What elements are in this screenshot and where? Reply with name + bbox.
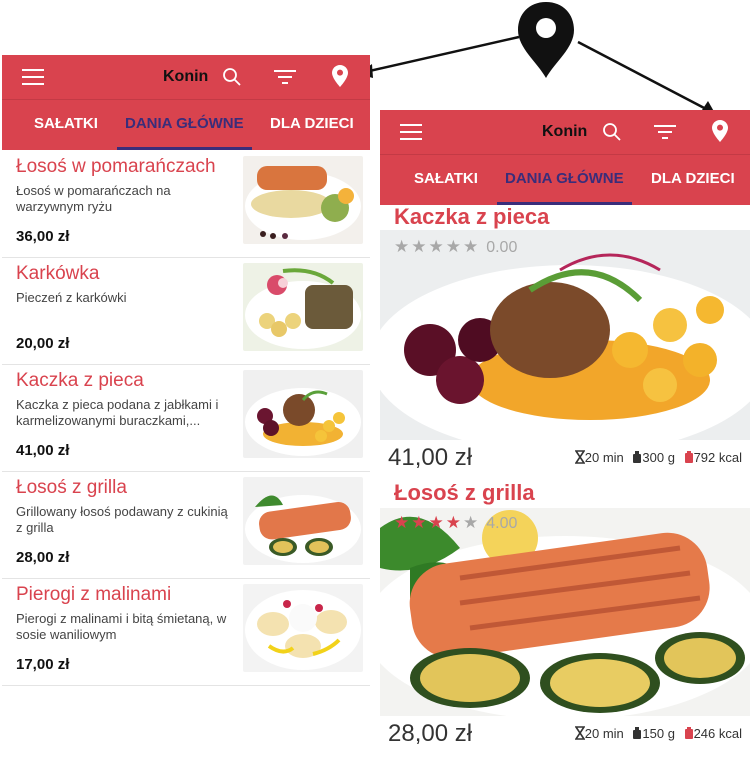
dish-photo xyxy=(243,477,363,565)
dish-name: Pierogi z malinami xyxy=(16,584,172,605)
category-tabs: SAŁATKI DANIA GŁÓWNE DLA DZIECI xyxy=(380,154,750,205)
dish-name: Łosoś z grilla xyxy=(16,477,127,498)
rating-stars: ★★★★★ 0.00 xyxy=(394,237,517,257)
tab-dania-glowne[interactable]: DANIA GŁÓWNE xyxy=(505,155,624,203)
search-icon[interactable] xyxy=(222,67,242,87)
rating-stars: ★★★★★ 4.00 xyxy=(394,513,517,533)
dish-price: 28,00 zł xyxy=(16,549,70,566)
dish-description: Pierogi z malinami i bitą śmietaną, w so… xyxy=(16,611,227,642)
category-tabs: SAŁATKI DANIA GŁÓWNE DLA DZIECI xyxy=(2,99,370,150)
dish-description: Kaczka z pieca podana z jabłkami i karme… xyxy=(16,397,219,428)
dish-price: 36,00 zł xyxy=(16,228,70,245)
top-bar: Konin xyxy=(2,55,370,99)
dish-name: Łosoś z grilla xyxy=(394,480,535,505)
rating-value: 0.00 xyxy=(486,239,518,256)
card-view-screen: Konin SAŁATKI DANIA GŁÓWNE DLA DZIECI Ka… xyxy=(380,110,750,761)
dish-photo xyxy=(243,584,363,672)
top-bar: Konin xyxy=(380,110,750,154)
dish-price: 41,00 zł xyxy=(388,444,473,471)
list-item[interactable]: Pierogi z malinami Pierogi z malinami i … xyxy=(2,578,370,686)
list-item[interactable]: Karkówka Pieczeń z karkówki 20,00 zł xyxy=(2,257,370,365)
hourglass-icon xyxy=(574,726,585,740)
dish-meta: 20 min 150 g 246 kcal xyxy=(574,726,742,741)
dish-photo xyxy=(243,156,363,244)
dish-photo xyxy=(380,508,750,716)
hourglass-icon xyxy=(574,450,585,464)
dish-price: 28,00 zł xyxy=(388,720,473,747)
dish-price: 20,00 zł xyxy=(16,335,70,352)
filter-icon[interactable] xyxy=(274,69,296,85)
list-item[interactable]: Łosoś z grilla Grillowany łosoś podawany… xyxy=(2,471,370,579)
rating-value: 4.00 xyxy=(486,515,518,532)
weight-icon xyxy=(633,451,642,463)
hamburger-menu-icon[interactable] xyxy=(22,68,44,86)
dish-photo xyxy=(243,263,363,351)
search-icon[interactable] xyxy=(602,122,622,142)
dish-photo xyxy=(380,230,750,440)
tab-dla-dzieci[interactable]: DLA DZIECI xyxy=(651,155,735,203)
filter-icon[interactable] xyxy=(654,124,676,140)
location-pin-icon[interactable] xyxy=(332,65,348,87)
tab-dania-glowne[interactable]: DANIA GŁÓWNE xyxy=(125,100,244,148)
dish-price: 41,00 zł xyxy=(16,442,70,459)
hamburger-menu-icon[interactable] xyxy=(400,123,422,141)
dish-name: Karkówka xyxy=(16,263,100,284)
calories-icon xyxy=(684,451,693,463)
list-item[interactable]: Kaczka z pieca Kaczka z pieca podana z j… xyxy=(2,364,370,472)
tab-salatki[interactable]: SAŁATKI xyxy=(34,100,98,148)
dish-meta: 20 min 300 g 792 kcal xyxy=(574,450,742,465)
location-pin-icon[interactable] xyxy=(712,120,728,142)
portion-weight: 300 g xyxy=(642,450,675,465)
dish-description: Grillowany łosoś podawany z cukinią z gr… xyxy=(16,504,228,535)
city-label[interactable]: Konin xyxy=(542,110,587,154)
dish-photo xyxy=(243,370,363,458)
list-item[interactable]: Łosoś w pomarańczach Łosoś w pomarańczac… xyxy=(2,150,370,258)
calories-icon xyxy=(684,727,693,739)
star-icon: ★★★★ xyxy=(394,513,463,532)
prep-time: 20 min xyxy=(584,726,624,741)
calories: 246 kcal xyxy=(693,726,742,741)
prep-time: 20 min xyxy=(584,450,624,465)
dish-name: Łosoś w pomarańczach xyxy=(16,156,216,177)
calories: 792 kcal xyxy=(693,450,742,465)
star-icon: ★ xyxy=(462,513,481,532)
portion-weight: 150 g xyxy=(642,726,675,741)
tab-dla-dzieci[interactable]: DLA DZIECI xyxy=(270,100,354,148)
star-icon: ★★★★★ xyxy=(394,237,481,256)
dish-name: Kaczka z pieca xyxy=(16,370,144,391)
dish-card[interactable]: Łosoś z grilla ★★★★★ 4.00 28,00 zł 20 min… xyxy=(380,480,750,761)
dish-name: Kaczka z pieca xyxy=(394,204,550,229)
dish-description: Łosoś w pomarańczach na warzywnym ryżu xyxy=(16,183,171,214)
dish-price: 17,00 zł xyxy=(16,656,70,673)
list-view-screen: Konin SAŁATKI DANIA GŁÓWNE DLA DZIECI Ło… xyxy=(2,55,370,755)
city-label[interactable]: Konin xyxy=(163,55,208,99)
weight-icon xyxy=(633,727,642,739)
dish-card[interactable]: Kaczka z pieca ★★★★★ 0.00 41,00 zł 20 min… xyxy=(380,204,750,474)
dish-description: Pieczeń z karkówki xyxy=(16,290,127,305)
tab-salatki[interactable]: SAŁATKI xyxy=(414,155,478,203)
